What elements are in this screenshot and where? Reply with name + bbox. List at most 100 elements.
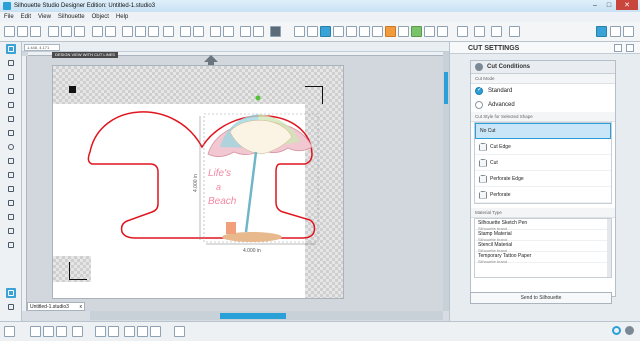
ungroup-bottom-icon[interactable] bbox=[43, 326, 54, 337]
design-artwork[interactable]: Life's a Beach 4.000 in 4.000 in bbox=[80, 92, 330, 257]
fill-color-icon[interactable] bbox=[320, 26, 331, 37]
menu-help[interactable]: Help bbox=[116, 14, 128, 20]
tab-close-icon[interactable]: x bbox=[80, 303, 83, 311]
material-item[interactable]: Stamp Material Silhouette brand bbox=[475, 230, 611, 242]
zoom-fit-icon[interactable] bbox=[148, 26, 159, 37]
save-icon[interactable] bbox=[30, 26, 41, 37]
panel-dock-icon[interactable] bbox=[614, 44, 622, 52]
copy-icon[interactable] bbox=[61, 26, 72, 37]
group-icon[interactable] bbox=[180, 26, 191, 37]
material-list[interactable]: Silhouette Sketch Pen Silhouette brand S… bbox=[474, 218, 612, 278]
close-button[interactable]: ✕ bbox=[616, 0, 638, 10]
account-icon[interactable] bbox=[625, 326, 634, 335]
cut-view-icon[interactable] bbox=[6, 288, 16, 298]
style-perforate[interactable]: Perforate bbox=[475, 187, 611, 203]
line-tool-icon[interactable] bbox=[6, 72, 16, 82]
pan-icon[interactable] bbox=[163, 26, 174, 37]
pixscan-icon[interactable] bbox=[385, 26, 396, 37]
replicate-icon[interactable] bbox=[411, 26, 422, 37]
media-icon[interactable] bbox=[6, 302, 16, 312]
style-no-cut[interactable]: No Cut bbox=[475, 123, 611, 139]
send-to-silhouette-button[interactable]: Send to Silhouette bbox=[470, 292, 612, 304]
shape-tool-icon[interactable] bbox=[6, 212, 16, 222]
align-icon[interactable] bbox=[4, 326, 15, 337]
ungroup-icon[interactable] bbox=[193, 26, 204, 37]
store-icon[interactable] bbox=[474, 26, 485, 37]
zoom-in-icon[interactable] bbox=[122, 26, 133, 37]
ellipse-tool-icon[interactable] bbox=[6, 142, 16, 152]
crop-icon[interactable] bbox=[137, 326, 148, 337]
compound-icon[interactable] bbox=[56, 326, 67, 337]
eraser-tool-icon[interactable] bbox=[6, 184, 16, 194]
edit-points-icon[interactable] bbox=[6, 58, 16, 68]
mode-standard[interactable]: Standard bbox=[471, 84, 615, 98]
offset-icon[interactable] bbox=[437, 26, 448, 37]
paste-icon[interactable] bbox=[74, 26, 85, 37]
radio-advanced-icon[interactable] bbox=[475, 101, 483, 109]
cut-settings-icon[interactable] bbox=[596, 26, 607, 37]
polygon-tool-icon[interactable] bbox=[6, 86, 16, 96]
undo-icon[interactable] bbox=[92, 26, 103, 37]
menu-object[interactable]: Object bbox=[92, 14, 109, 20]
arc-tool-icon[interactable] bbox=[6, 114, 16, 124]
zoom-out-icon[interactable] bbox=[135, 26, 146, 37]
release-compound-icon[interactable] bbox=[72, 326, 83, 337]
menu-silhouette[interactable]: Silhouette bbox=[58, 14, 85, 20]
text-tool-icon[interactable] bbox=[6, 170, 16, 180]
trace-bottom-icon[interactable] bbox=[174, 326, 185, 337]
material-scrollbar[interactable] bbox=[607, 219, 611, 277]
curve-tool-icon[interactable] bbox=[6, 100, 16, 110]
subtract-icon[interactable] bbox=[108, 326, 119, 337]
paint-tool-icon[interactable] bbox=[6, 240, 16, 250]
mode-advanced[interactable]: Advanced bbox=[471, 98, 615, 112]
maximize-button[interactable]: □ bbox=[602, 0, 616, 10]
group-bottom-icon[interactable] bbox=[30, 326, 41, 337]
page-setup-icon[interactable] bbox=[294, 26, 305, 37]
menu-edit[interactable]: Edit bbox=[21, 14, 31, 20]
trace-icon[interactable] bbox=[398, 26, 409, 37]
bring-front-icon[interactable] bbox=[270, 26, 281, 37]
line-color-icon[interactable] bbox=[333, 26, 344, 37]
open-icon[interactable] bbox=[17, 26, 28, 37]
help-icon[interactable] bbox=[623, 26, 634, 37]
cut-conditions-header[interactable]: Cut Conditions bbox=[471, 61, 615, 74]
duplicate-icon[interactable] bbox=[240, 26, 251, 37]
minimize-button[interactable]: – bbox=[588, 0, 602, 10]
rectangle-tool-icon[interactable] bbox=[6, 128, 16, 138]
weld-icon[interactable] bbox=[95, 326, 106, 337]
menu-file[interactable]: File bbox=[4, 14, 14, 20]
library-icon[interactable] bbox=[457, 26, 468, 37]
radio-standard-icon[interactable] bbox=[475, 86, 483, 95]
shadow-icon[interactable] bbox=[359, 26, 370, 37]
grid-icon[interactable] bbox=[307, 26, 318, 37]
horizontal-scroll-thumb[interactable] bbox=[220, 313, 286, 319]
line-style-icon[interactable] bbox=[346, 26, 357, 37]
material-item[interactable]: Silhouette Sketch Pen Silhouette brand bbox=[475, 219, 611, 231]
redo-icon[interactable] bbox=[105, 26, 116, 37]
cut-icon[interactable] bbox=[48, 26, 59, 37]
offset-bottom-icon[interactable] bbox=[150, 326, 161, 337]
select-tool-icon[interactable] bbox=[6, 44, 16, 54]
intersect-icon[interactable] bbox=[124, 326, 135, 337]
material-item[interactable]: Temporary Tattoo Paper Silhouette brand bbox=[475, 252, 611, 264]
document-tab[interactable]: Untitled-1.studio3 x bbox=[27, 302, 85, 311]
menu-view[interactable]: View bbox=[38, 14, 51, 20]
deselect-icon[interactable] bbox=[223, 26, 234, 37]
delete-icon[interactable] bbox=[253, 26, 264, 37]
collapse-icon[interactable] bbox=[475, 63, 483, 71]
text-style-icon[interactable] bbox=[372, 26, 383, 37]
send-icon[interactable] bbox=[509, 26, 520, 37]
style-perforate-edge[interactable]: Perforate Edge bbox=[475, 171, 611, 187]
style-cut-edge[interactable]: Cut Edge bbox=[475, 139, 611, 155]
settings-gear-icon[interactable] bbox=[612, 326, 621, 335]
modify-icon[interactable] bbox=[424, 26, 435, 37]
style-cut[interactable]: Cut bbox=[475, 155, 611, 171]
vertical-scroll-thumb[interactable] bbox=[444, 72, 448, 104]
material-item[interactable]: Stencil Material Silhouette brand bbox=[475, 241, 611, 253]
pencil-tool-icon[interactable] bbox=[6, 226, 16, 236]
new-icon[interactable] bbox=[4, 26, 15, 37]
print-icon[interactable] bbox=[610, 26, 621, 37]
sketch-icon[interactable] bbox=[491, 26, 502, 37]
panel-close-icon[interactable] bbox=[626, 44, 634, 52]
freehand-tool-icon[interactable] bbox=[6, 156, 16, 166]
